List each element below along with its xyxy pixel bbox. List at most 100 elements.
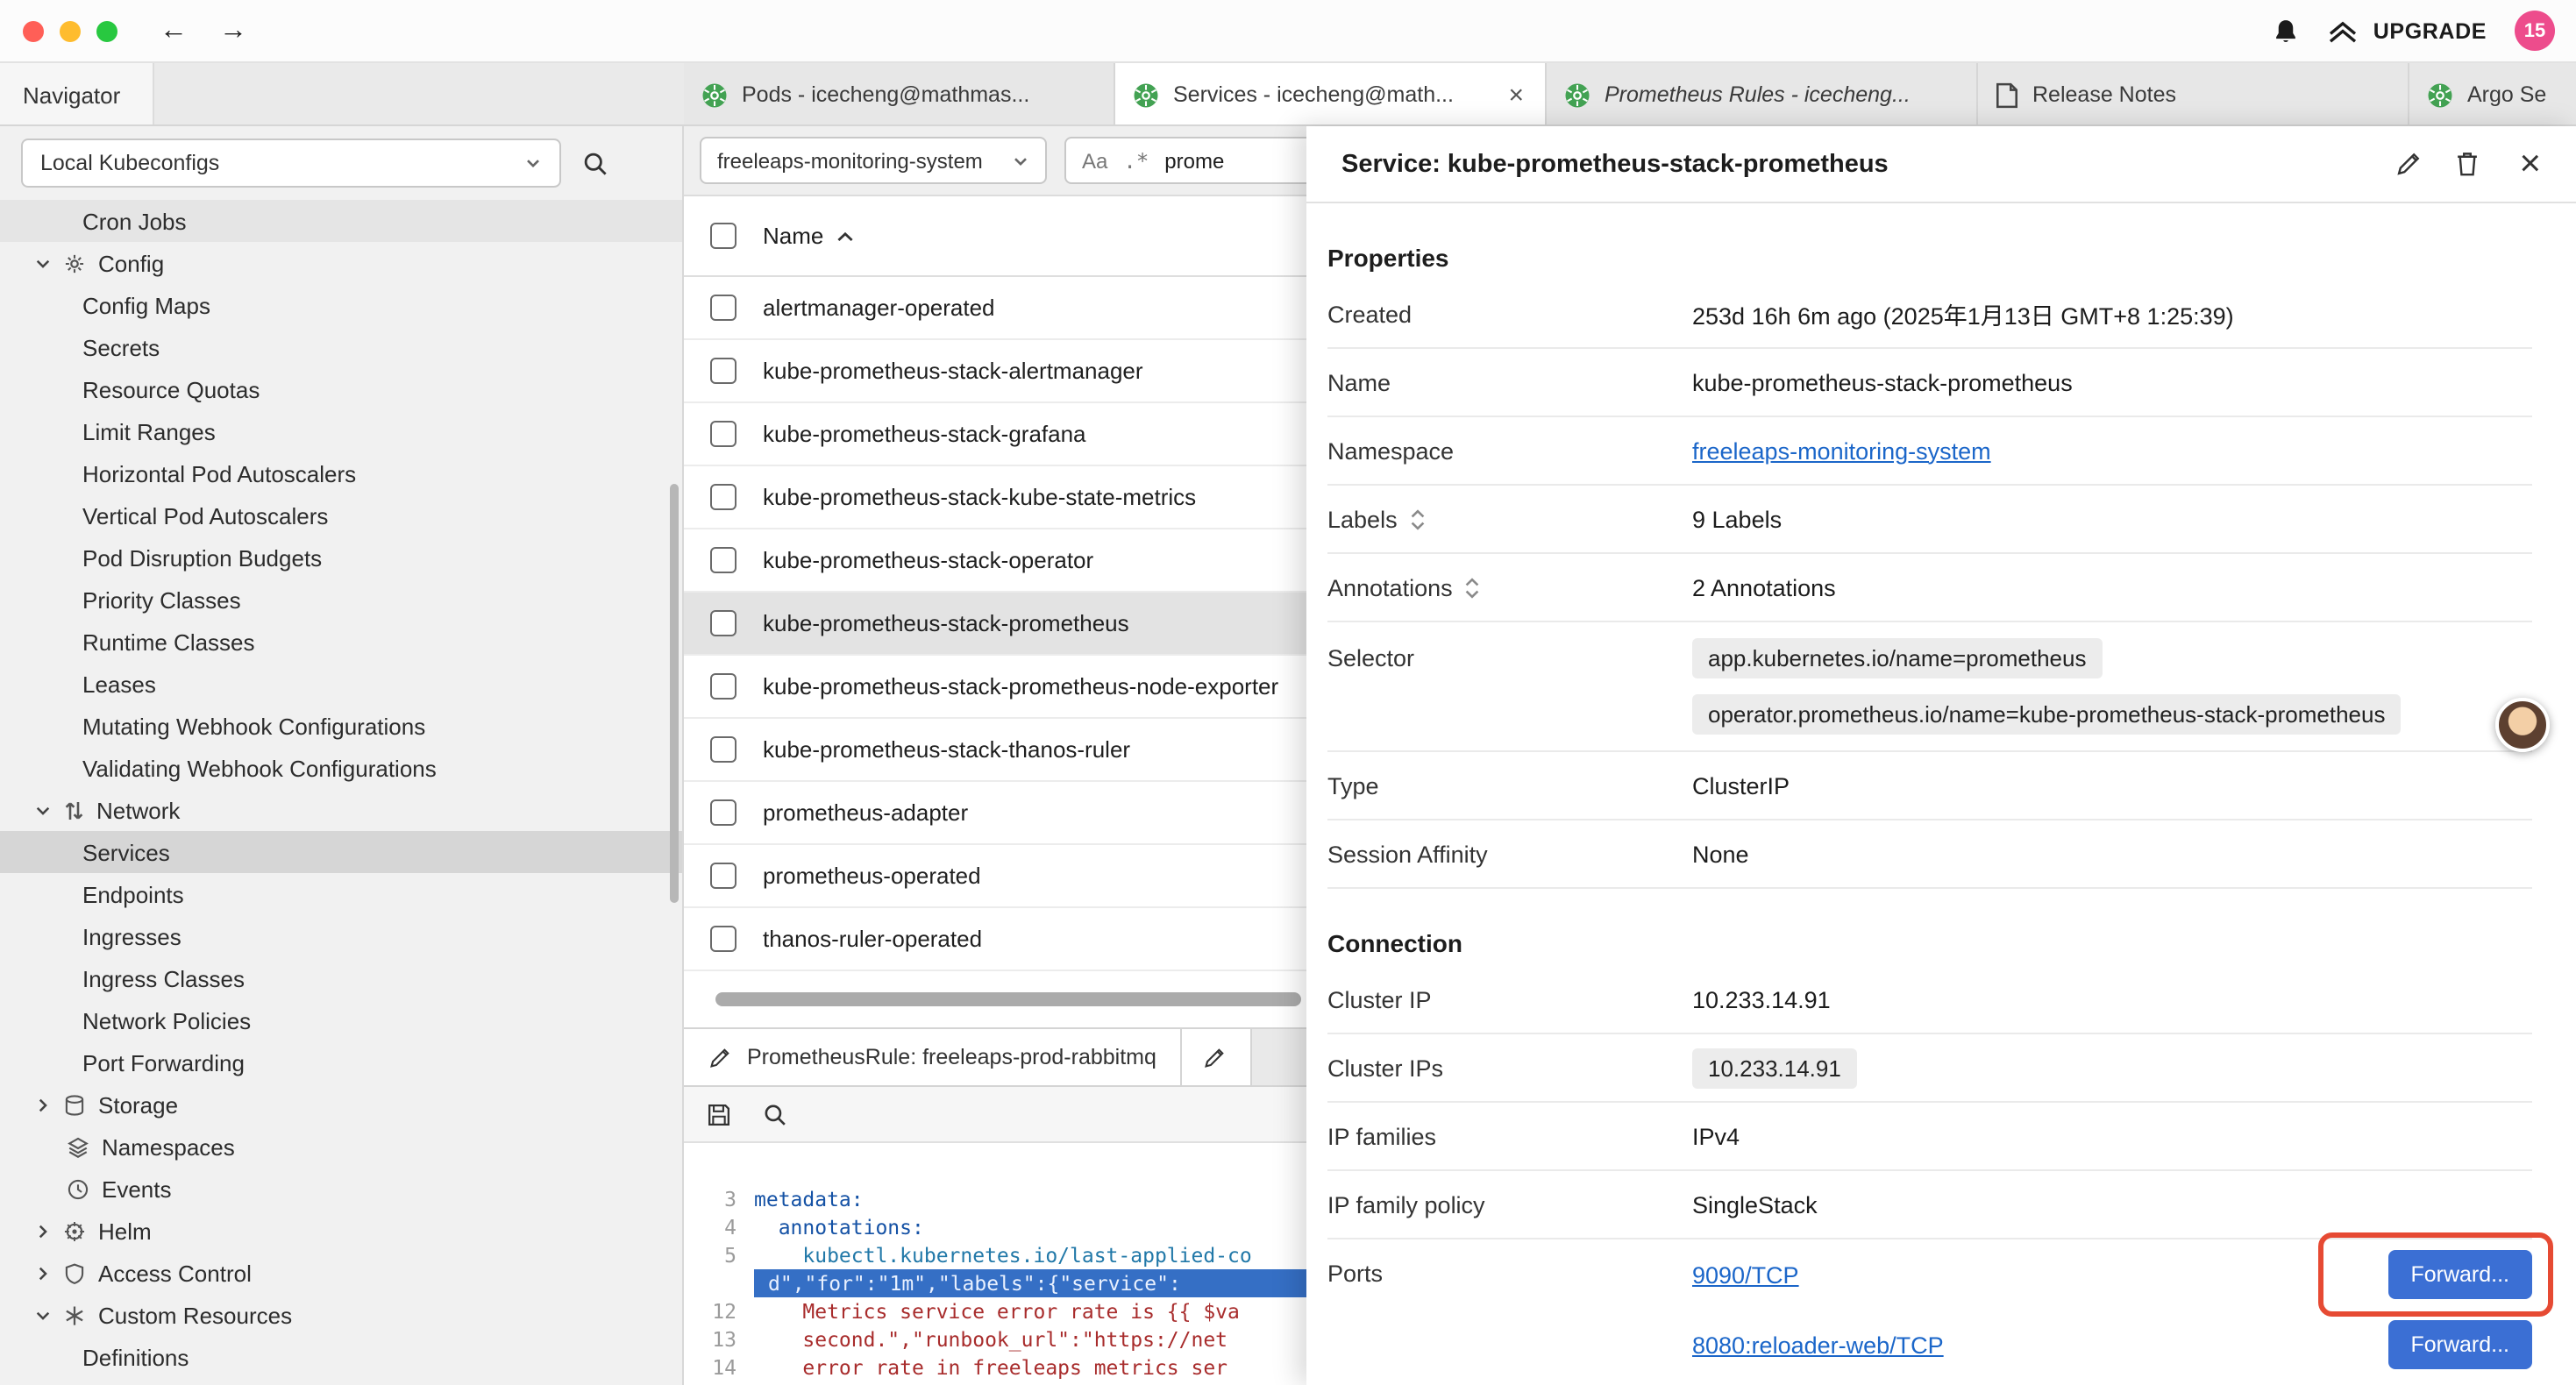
sidebar-item-definitions[interactable]: Definitions [0, 1336, 682, 1378]
forward-button[interactable]: Forward... [2387, 1320, 2532, 1369]
sidebar-item-config-maps[interactable]: Config Maps [0, 284, 682, 326]
sidebar-item-helm[interactable]: Helm [0, 1210, 682, 1252]
sidebar-item-storage[interactable]: Storage [0, 1083, 682, 1126]
sidebar-item-secrets[interactable]: Secrets [0, 326, 682, 368]
row-checkbox[interactable] [710, 926, 737, 952]
table-row[interactable]: kube-prometheus-stack-operator [684, 529, 1306, 593]
table-row[interactable]: kube-prometheus-stack-kube-state-metrics [684, 466, 1306, 529]
row-checkbox[interactable] [710, 610, 737, 636]
sidebar-item-resource-quotas[interactable]: Resource Quotas [0, 368, 682, 410]
chevron-right-icon[interactable] [35, 1097, 51, 1112]
minimize-window-button[interactable] [60, 20, 81, 41]
service-name: alertmanager-operated [763, 295, 995, 321]
notifications-bell-icon[interactable] [2274, 17, 2300, 45]
sidebar-item-mutating-webhook-configurations[interactable]: Mutating Webhook Configurations [0, 705, 682, 747]
chevron-right-icon[interactable] [35, 1223, 51, 1239]
sidebar-item-vertical-pod-autoscalers[interactable]: Vertical Pod Autoscalers [0, 494, 682, 536]
row-checkbox[interactable] [710, 673, 737, 700]
name-column-header[interactable]: Name [763, 223, 853, 249]
select-all-checkbox[interactable] [710, 223, 737, 249]
notification-count-badge[interactable]: 15 [2515, 11, 2555, 51]
tab-pods[interactable]: Pods - icecheng@mathmas... [684, 63, 1115, 126]
sidebar-item-pod-disruption-budgets[interactable]: Pod Disruption Budgets [0, 536, 682, 579]
namespace-link[interactable]: freeleaps-monitoring-system [1692, 437, 1991, 464]
expand-collapse-icon[interactable] [1410, 508, 1426, 530]
table-row[interactable]: thanos-ruler-operated [684, 908, 1306, 971]
port-link[interactable]: 8080:reloader-web/TCP [1692, 1332, 1944, 1358]
edit-pencil-icon[interactable] [2395, 151, 2421, 177]
sidebar-item-custom-resources[interactable]: Custom Resources [0, 1294, 682, 1336]
upgrade-button[interactable]: UPGRADE [2328, 18, 2487, 43]
row-checkbox[interactable] [710, 421, 737, 447]
row-checkbox[interactable] [710, 799, 737, 826]
table-row-selected[interactable]: kube-prometheus-stack-prometheus [684, 593, 1306, 656]
property-value[interactable]: 9 Labels [1692, 506, 2532, 532]
sidebar-item-leases[interactable]: Leases [0, 663, 682, 705]
editor-tab-prometheusrule[interactable]: PrometheusRule: freeleaps-prod-rabbitmq [684, 1029, 1183, 1085]
row-checkbox[interactable] [710, 547, 737, 573]
table-row[interactable]: prometheus-operated [684, 845, 1306, 908]
sidebar-item-config[interactable]: Config [0, 242, 682, 284]
table-row[interactable]: prometheus-adapter [684, 782, 1306, 845]
port-link[interactable]: 9090/TCP [1692, 1261, 1799, 1288]
row-checkbox[interactable] [710, 358, 737, 384]
tab-argo[interactable]: Argo Se [2409, 63, 2576, 126]
close-tab-icon[interactable]: × [1505, 80, 1527, 110]
row-checkbox[interactable] [710, 295, 737, 321]
sidebar-item-ingress-classes[interactable]: Ingress Classes [0, 957, 682, 999]
editor-tab-partial[interactable] [1183, 1029, 1253, 1085]
forward-button[interactable]: Forward... [2387, 1250, 2532, 1299]
table-row[interactable]: kube-prometheus-stack-alertmanager [684, 340, 1306, 403]
sidebar-item-runtime-classes[interactable]: Runtime Classes [0, 621, 682, 663]
tab-services[interactable]: Services - icecheng@math... × [1115, 63, 1547, 126]
back-button[interactable]: ← [160, 17, 188, 45]
tab-prometheus-rules[interactable]: Prometheus Rules - icecheng... [1547, 63, 1978, 126]
sidebar-item-port-forwarding[interactable]: Port Forwarding [0, 1041, 682, 1083]
regex-toggle[interactable]: .* [1123, 148, 1149, 173]
sidebar-item-events[interactable]: Events [0, 1168, 682, 1210]
table-row[interactable]: alertmanager-operated [684, 277, 1306, 340]
search-icon[interactable] [582, 150, 608, 176]
property-value[interactable]: 2 Annotations [1692, 574, 2532, 600]
sidebar-item-network[interactable]: Network [0, 789, 682, 831]
maximize-window-button[interactable] [96, 20, 117, 41]
trash-icon[interactable] [2454, 151, 2479, 177]
sidebar-item-horizontal-pod-autoscalers[interactable]: Horizontal Pod Autoscalers [0, 452, 682, 494]
sidebar-item-network-policies[interactable]: Network Policies [0, 999, 682, 1041]
expand-collapse-icon[interactable] [1465, 576, 1481, 599]
row-checkbox[interactable] [710, 736, 737, 763]
row-checkbox[interactable] [710, 484, 737, 510]
chevron-down-icon[interactable] [35, 1307, 51, 1323]
drawer-close-icon[interactable]: × [2519, 146, 2541, 182]
yaml-editor[interactable]: 3metadata: 4annotations: 5kubectl.kubern… [684, 1143, 1306, 1381]
table-row[interactable]: kube-prometheus-stack-prometheus-node-ex… [684, 656, 1306, 719]
tab-release-notes[interactable]: Release Notes [1978, 63, 2409, 126]
sidebar-item-priority-classes[interactable]: Priority Classes [0, 579, 682, 621]
sidebar-item-ingresses[interactable]: Ingresses [0, 915, 682, 957]
forward-button-nav[interactable]: → [219, 17, 247, 45]
table-row[interactable]: kube-prometheus-stack-grafana [684, 403, 1306, 466]
sidebar-item-cron-jobs[interactable]: Cron Jobs [0, 200, 682, 242]
table-row[interactable]: kube-prometheus-stack-thanos-ruler [684, 719, 1306, 782]
sidebar-item-access-control[interactable]: Access Control [0, 1252, 682, 1294]
sidebar-scrollbar[interactable] [670, 484, 679, 903]
chevron-down-icon[interactable] [35, 255, 51, 271]
sidebar-item-endpoints[interactable]: Endpoints [0, 873, 682, 915]
row-checkbox[interactable] [710, 863, 737, 889]
navigator-pane-header[interactable]: Navigator [0, 63, 154, 126]
editor-search-icon[interactable] [763, 1102, 787, 1126]
namespace-filter-dropdown[interactable]: freeleaps-monitoring-system [700, 137, 1047, 184]
chevron-right-icon[interactable] [35, 1265, 51, 1281]
sidebar-item-namespaces[interactable]: Namespaces [0, 1126, 682, 1168]
close-window-button[interactable] [23, 20, 44, 41]
kubeconfig-selector[interactable]: Local Kubeconfigs [21, 138, 561, 188]
sidebar-item-services[interactable]: Services [0, 831, 682, 873]
chevron-down-icon[interactable] [35, 802, 51, 818]
floating-avatar[interactable] [2495, 698, 2550, 752]
save-icon[interactable] [707, 1102, 731, 1126]
sidebar-item-limit-ranges[interactable]: Limit Ranges [0, 410, 682, 452]
horizontal-scrollbar[interactable] [715, 992, 1301, 1006]
match-case-toggle[interactable]: Aa [1082, 148, 1107, 173]
search-input[interactable]: Aa .* prome [1064, 137, 1306, 184]
sidebar-item-validating-webhook-configurations[interactable]: Validating Webhook Configurations [0, 747, 682, 789]
